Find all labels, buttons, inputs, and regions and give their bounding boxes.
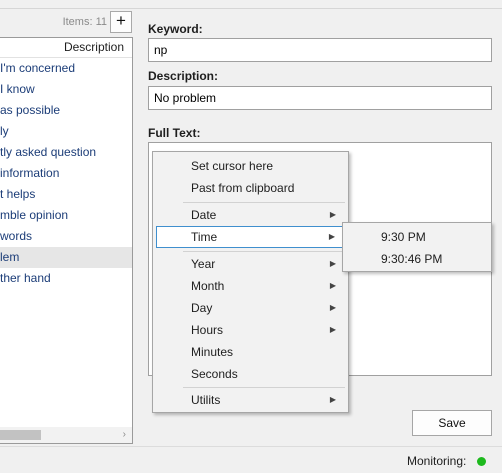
menu-item-hours[interactable]: Hours ▶ <box>156 319 345 341</box>
scrollbar-thumb[interactable] <box>0 430 41 440</box>
menu-item-day[interactable]: Day ▶ <box>156 297 345 319</box>
menu-item-minutes[interactable]: Minutes <box>156 341 345 363</box>
submenu-item-time-short[interactable]: 9:30 PM <box>346 226 488 248</box>
description-label: Description: <box>148 69 219 83</box>
submenu-arrow-icon: ▶ <box>329 281 336 290</box>
submenu-arrow-icon: ▶ <box>329 303 336 312</box>
menu-item-set-cursor[interactable]: Set cursor here <box>156 155 345 177</box>
monitoring-label: Monitoring: <box>407 454 467 468</box>
menu-item-paste-clipboard[interactable]: Past from clipboard <box>156 177 345 199</box>
list-item[interactable]: ther hand <box>0 268 132 289</box>
window-top-edge <box>0 0 502 9</box>
items-toolbar: Items: 11 + <box>0 10 135 36</box>
list-item[interactable]: words <box>0 226 132 247</box>
submenu-item-time-long[interactable]: 9:30:46 PM <box>346 248 488 270</box>
menu-item-date[interactable]: Date ▶ <box>156 204 345 226</box>
keyword-field[interactable]: np <box>148 38 492 62</box>
items-count: Items: 11 <box>62 16 107 28</box>
list-item[interactable]: tly asked question <box>0 142 132 163</box>
submenu-arrow-icon: ▶ <box>329 395 336 404</box>
monitoring-indicator-icon <box>477 457 486 466</box>
list-item[interactable]: mble opinion <box>0 205 132 226</box>
list-item[interactable]: I know <box>0 79 132 100</box>
list-item-selected[interactable]: lem <box>0 247 132 268</box>
entries-panel: Items: 11 + Description I'm concerned I … <box>0 10 135 445</box>
menu-item-month[interactable]: Month ▶ <box>156 275 345 297</box>
list-item[interactable]: ly <box>0 121 132 142</box>
menu-item-seconds[interactable]: Seconds <box>156 363 345 385</box>
time-submenu: 9:30 PM 9:30:46 PM <box>342 222 492 272</box>
context-menu: Set cursor here Past from clipboard Date… <box>152 151 349 413</box>
keyword-label: Keyword: <box>148 22 203 36</box>
submenu-arrow-icon: ▶ <box>329 325 336 334</box>
list-item[interactable]: information <box>0 163 132 184</box>
column-header-description[interactable]: Description <box>0 38 132 58</box>
horizontal-scrollbar[interactable]: › <box>0 427 132 443</box>
scroll-right-arrow-icon[interactable]: › <box>123 427 126 443</box>
list-item[interactable]: I'm concerned <box>0 58 132 79</box>
submenu-arrow-icon: ▶ <box>329 210 336 219</box>
list-item[interactable]: as possible <box>0 100 132 121</box>
menu-separator <box>183 251 345 252</box>
list-item[interactable]: t helps <box>0 184 132 205</box>
entries-list[interactable]: Description I'm concerned I know as poss… <box>0 37 133 444</box>
menu-item-utilits[interactable]: Utilits ▶ <box>156 389 345 411</box>
status-bar: Monitoring: <box>0 446 502 473</box>
submenu-arrow-icon: ▶ <box>328 232 335 241</box>
full-text-label: Full Text: <box>148 126 201 140</box>
add-item-button[interactable]: + <box>110 11 132 33</box>
description-field[interactable]: No problem <box>148 86 492 110</box>
submenu-arrow-icon: ▶ <box>329 259 336 268</box>
menu-item-time[interactable]: Time ▶ <box>156 226 345 248</box>
menu-separator <box>183 387 345 388</box>
menu-separator <box>183 202 345 203</box>
menu-item-year[interactable]: Year ▶ <box>156 253 345 275</box>
save-button[interactable]: Save <box>412 410 492 436</box>
